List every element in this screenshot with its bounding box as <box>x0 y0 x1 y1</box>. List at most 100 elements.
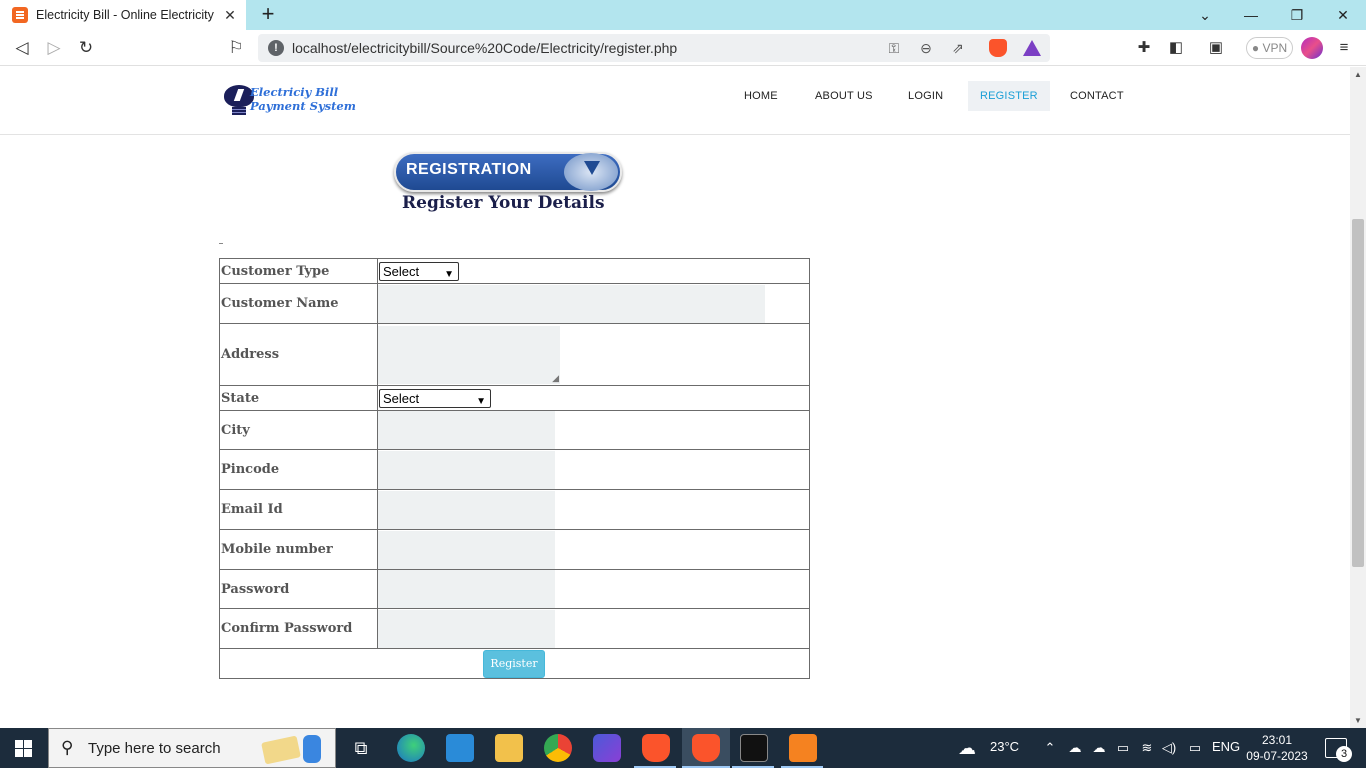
windows-start-icon[interactable] <box>15 740 32 757</box>
vpn-button[interactable]: ● VPN <box>1246 37 1293 59</box>
address-bar[interactable]: ! localhost/electricitybill/Source%20Cod… <box>258 34 1050 62</box>
mobile-input[interactable] <box>378 530 555 569</box>
registration-form: Customer Type Select ▼ Customer Name Add… <box>219 258 810 679</box>
brave-rewards-icon[interactable] <box>1023 40 1041 56</box>
registration-banner: REGISTRATION Register Your Details <box>392 149 642 219</box>
close-tab-icon[interactable]: ✕ <box>222 7 238 23</box>
email-input[interactable] <box>378 490 555 529</box>
logo-line1: Electriciy Bill <box>250 85 339 99</box>
forward-button[interactable]: ▷ <box>43 37 65 59</box>
confirm-password-label: Confirm Password <box>219 608 378 649</box>
onedrive-icon[interactable]: ☁ <box>1066 739 1084 757</box>
page-scrollbar[interactable]: ▲ ▼ <box>1350 67 1366 728</box>
xampp-icon[interactable] <box>789 734 817 762</box>
customer-name-input[interactable] <box>378 284 765 323</box>
email-cell <box>377 489 810 530</box>
nav-register[interactable]: REGISTER <box>968 81 1050 111</box>
search-placeholder: Type here to search <box>88 740 221 757</box>
divider-mark <box>219 243 223 244</box>
taskbar-search-box[interactable]: ⚲ Type here to search <box>48 728 336 768</box>
confirm-password-cell <box>377 608 810 649</box>
confirm-password-input[interactable] <box>378 609 555 648</box>
taskbar: ⚲ Type here to search ⧉ ☁ 23°C ⌃ ☁ ☁ ▭ ≋… <box>0 728 1366 768</box>
pincode-input[interactable] <box>378 450 555 489</box>
browser-tab-strip: Electricity Bill - Online Electricity B … <box>0 0 1366 30</box>
profile-avatar[interactable] <box>1301 37 1323 59</box>
state-select[interactable]: Select ▼ <box>379 389 491 408</box>
search-highlight-art-icon <box>259 733 329 765</box>
customer-type-value: Select <box>383 264 420 279</box>
url-text[interactable]: localhost/electricitybill/Source%20Code/… <box>292 40 677 56</box>
mail-icon[interactable] <box>446 734 474 762</box>
bookmark-icon[interactable]: ⚐ <box>225 37 247 59</box>
restore-button[interactable]: ❐ <box>1282 4 1312 26</box>
sidebar-icon[interactable]: ◧ <box>1166 39 1186 57</box>
weather-temperature[interactable]: 23°C <box>990 739 1019 754</box>
cloud-sync-icon[interactable]: ☁ <box>1090 739 1108 757</box>
scroll-thumb[interactable] <box>1352 219 1364 567</box>
state-label: State <box>219 385 378 411</box>
terminal-icon[interactable] <box>740 734 768 762</box>
task-view-icon[interactable]: ⧉ <box>347 734 375 762</box>
key-icon[interactable]: ⚿ <box>885 39 903 57</box>
nav-home[interactable]: HOME <box>732 81 790 111</box>
back-button[interactable]: ◁ <box>11 37 33 59</box>
browser-toolbar: ◁ ▷ ↻ ⚐ ! localhost/electricitybill/Sour… <box>0 30 1366 66</box>
battery-icon[interactable]: ▭ <box>1186 739 1204 757</box>
close-window-button[interactable]: ✕ <box>1328 4 1358 26</box>
scroll-down-icon[interactable]: ▼ <box>1354 716 1362 725</box>
nav-about-us[interactable]: ABOUT US <box>803 81 885 111</box>
meet-now-icon[interactable]: ▭ <box>1114 739 1132 757</box>
city-cell <box>377 410 810 450</box>
copilot-icon[interactable] <box>593 734 621 762</box>
bulb-base-icon <box>232 107 246 115</box>
tab-search-chevron-down-icon[interactable]: ⌄ <box>1190 4 1220 26</box>
puzzle-icon[interactable]: ✚ <box>1134 39 1154 57</box>
weather-icon[interactable]: ☁ <box>958 739 976 757</box>
site-info-icon[interactable]: ! <box>268 40 284 56</box>
brave-beta-icon[interactable] <box>692 734 720 762</box>
notification-badge: 3 <box>1336 746 1352 762</box>
minimize-button[interactable]: — <box>1236 4 1266 26</box>
language-indicator[interactable]: ENG <box>1212 739 1240 754</box>
wifi-icon[interactable]: ≋ <box>1138 739 1156 757</box>
volume-icon[interactable]: ◁) <box>1160 739 1178 757</box>
address-textarea[interactable]: ◢ <box>378 325 560 384</box>
system-clock[interactable]: 23:01 09-07-2023 <box>1246 732 1308 764</box>
arrow-down-icon <box>584 161 600 175</box>
logo-text: Electriciy Bill Payment System <box>250 85 356 113</box>
chevron-up-icon[interactable]: ⌃ <box>1041 739 1059 757</box>
edge-icon[interactable] <box>397 734 425 762</box>
chrome-icon[interactable] <box>544 734 572 762</box>
address-cell: ◢ <box>377 323 810 386</box>
reload-button[interactable]: ↻ <box>75 37 97 59</box>
search-icon: ⚲ <box>61 738 74 757</box>
zoom-icon[interactable]: ⊖ <box>917 39 935 57</box>
city-input[interactable] <box>378 411 555 449</box>
pincode-label: Pincode <box>219 449 378 490</box>
brave-shield-icon[interactable] <box>989 39 1007 57</box>
chevron-down-icon: ▼ <box>476 396 486 407</box>
new-tab-button[interactable]: + <box>256 3 280 27</box>
customer-type-cell: Select ▼ <box>377 258 810 284</box>
resize-grip-icon[interactable]: ◢ <box>552 374 559 384</box>
scroll-up-icon[interactable]: ▲ <box>1354 70 1362 79</box>
state-value: Select <box>383 391 420 406</box>
register-button[interactable]: Register <box>483 649 545 678</box>
file-explorer-icon[interactable] <box>495 734 523 762</box>
mobile-label: Mobile number <box>219 529 378 570</box>
banner-title: REGISTRATION <box>406 161 532 178</box>
customer-type-label: Customer Type <box>219 258 378 284</box>
nav-contact[interactable]: CONTACT <box>1058 81 1136 111</box>
share-icon[interactable]: ⇗ <box>949 39 967 57</box>
nav-login[interactable]: LOGIN <box>896 81 955 111</box>
brave-icon[interactable] <box>642 734 670 762</box>
page-content: Electriciy Bill Payment System HOME ABOU… <box>0 67 1350 728</box>
browser-tab[interactable]: Electricity Bill - Online Electricity B … <box>0 0 246 30</box>
menu-icon[interactable]: ≡ <box>1334 39 1354 57</box>
customer-type-select[interactable]: Select ▼ <box>379 262 459 281</box>
wallet-icon[interactable]: ▣ <box>1206 39 1226 57</box>
site-logo[interactable]: Electriciy Bill Payment System <box>222 83 362 117</box>
password-input[interactable] <box>378 570 555 608</box>
vpn-label: VPN <box>1262 41 1288 55</box>
